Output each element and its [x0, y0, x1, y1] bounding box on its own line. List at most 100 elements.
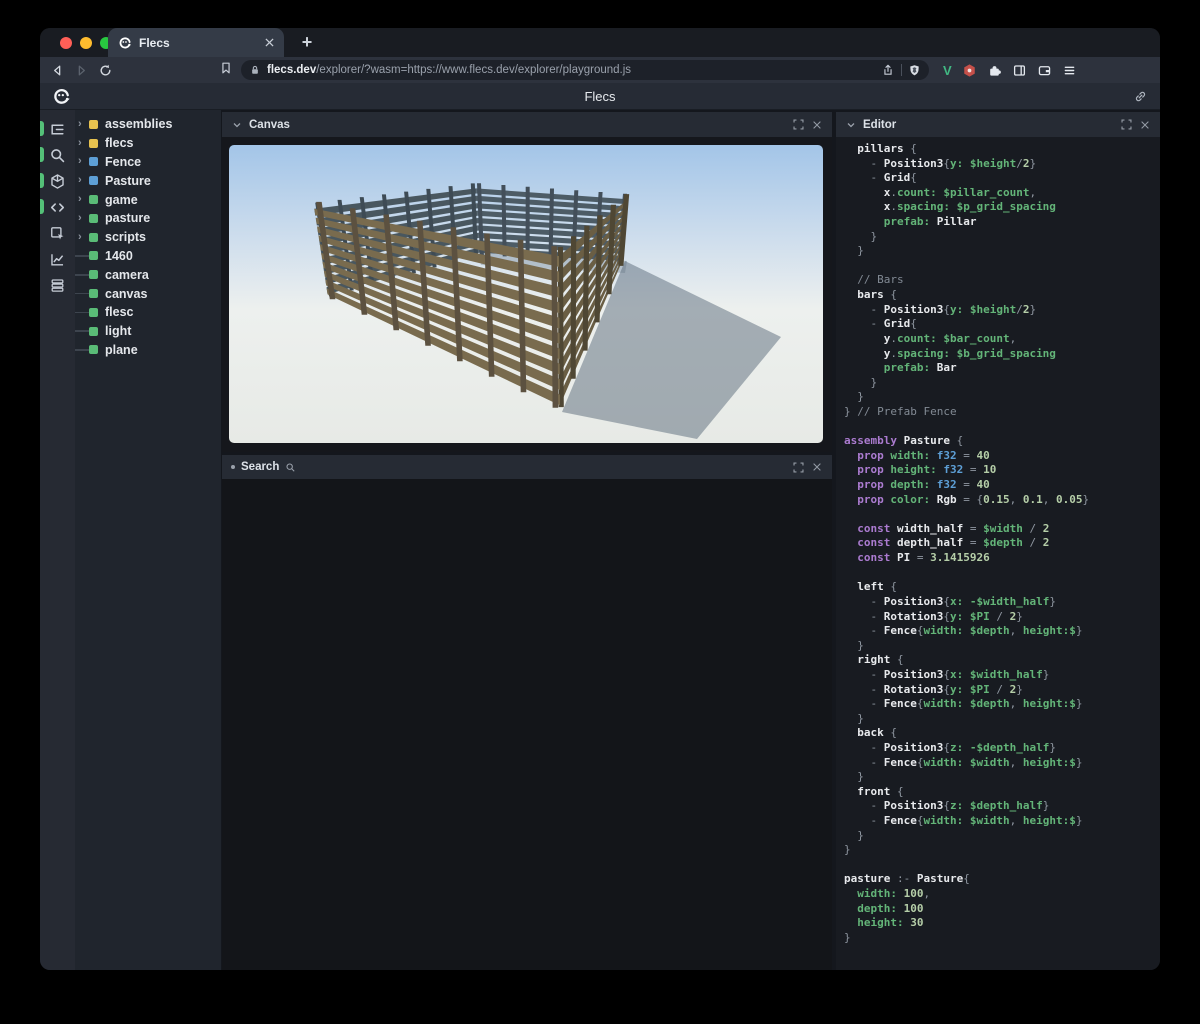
sidebar-button-stats-chart-icon[interactable] — [40, 246, 75, 272]
browser-tab[interactable]: Flecs — [108, 28, 284, 57]
menu-icon[interactable] — [1062, 63, 1077, 78]
code-line: - Grid{ — [844, 171, 1160, 186]
extension-badge-icon[interactable] — [962, 63, 977, 78]
code-line: - Rotation3{y: $PI / 2} — [844, 610, 1160, 625]
sidebar-button-scene-cube-icon[interactable] — [40, 168, 75, 194]
editor-panel-header: Editor — [836, 112, 1160, 137]
tree-item-assemblies[interactable]: › assemblies — [75, 115, 221, 134]
tree-connector — [75, 274, 89, 276]
minimize-window-button[interactable] — [80, 37, 92, 49]
tree-item-label: light — [105, 324, 131, 338]
tree-item-label: 1460 — [105, 249, 133, 263]
tree-item-light[interactable]: light — [75, 322, 221, 341]
sidebar-button-inspector-icon[interactable] — [40, 220, 75, 246]
search-panel-header: Search — [222, 455, 832, 479]
flecs-logo[interactable] — [52, 87, 71, 106]
tree-item-1460[interactable]: 1460 — [75, 247, 221, 266]
collapsed-indicator[interactable] — [231, 465, 235, 469]
tab-strip: Flecs + — [40, 28, 1160, 57]
tree-item-label: Pasture — [105, 174, 151, 188]
code-line: prop height: f32 = 10 — [844, 463, 1160, 478]
tree-item-label: canvas — [105, 287, 147, 301]
tree-item-label: assemblies — [105, 117, 172, 131]
entity-kind-swatch — [89, 327, 98, 336]
code-line: const width_half = $width / 2 — [844, 522, 1160, 537]
search-panel-title: Search — [241, 461, 279, 473]
code-line: x.spacing: $p_grid_spacing — [844, 200, 1160, 215]
url-text[interactable]: flecs.dev/explorer/?wasm=https://www.fle… — [267, 64, 875, 76]
tab-close-icon[interactable] — [265, 38, 274, 47]
tree-item-scripts[interactable]: ›scripts — [75, 228, 221, 247]
code-line: depth: 100 — [844, 902, 1160, 917]
brave-shield-icon[interactable] — [908, 64, 921, 77]
close-icon[interactable] — [811, 119, 823, 131]
tree-connector — [75, 312, 89, 314]
chevron-down-icon[interactable] — [231, 119, 243, 131]
tree-item-flecs[interactable]: › flecs — [75, 134, 221, 153]
fullscreen-icon[interactable] — [1120, 118, 1133, 131]
address-bar[interactable]: flecs.dev/explorer/?wasm=https://www.fle… — [241, 60, 929, 80]
expand-chevron-icon[interactable]: › — [75, 194, 82, 205]
search-results-area[interactable] — [222, 479, 832, 970]
extensions-puzzle-icon[interactable] — [987, 63, 1002, 78]
sidebar-button-query-search-icon[interactable] — [40, 142, 75, 168]
fullscreen-icon[interactable] — [792, 461, 805, 474]
code-line: } — [844, 931, 1160, 946]
tree-item-label: Fence — [105, 155, 141, 169]
code-line — [844, 507, 1160, 522]
wallet-icon[interactable] — [1037, 63, 1052, 78]
code-line: } — [844, 843, 1160, 858]
entity-kind-swatch — [89, 289, 98, 298]
tree-item-plane[interactable]: plane — [75, 341, 221, 360]
canvas-panel-header: Canvas — [222, 112, 832, 137]
forward-button[interactable] — [74, 63, 89, 78]
tree-item-label: flesc — [105, 305, 134, 319]
sidebar-toggle-icon[interactable] — [1012, 63, 1027, 78]
expand-chevron-icon[interactable]: › — [75, 175, 82, 186]
entity-kind-swatch — [89, 308, 98, 317]
sidebar-button-entity-tree-icon[interactable] — [40, 116, 75, 142]
tree-item-camera[interactable]: camera — [75, 265, 221, 284]
scene-cube-icon — [49, 173, 66, 190]
tree-item-canvas[interactable]: canvas — [75, 284, 221, 303]
expand-chevron-icon[interactable]: › — [75, 213, 82, 224]
link-icon[interactable] — [1133, 89, 1148, 104]
tree-item-label: flecs — [105, 136, 134, 150]
expand-chevron-icon[interactable]: › — [75, 156, 82, 167]
close-window-button[interactable] — [60, 37, 72, 49]
editor-panel-title: Editor — [863, 119, 896, 131]
active-indicator — [40, 121, 44, 136]
bookmark-icon[interactable] — [219, 61, 233, 75]
code-line: - Position3{z: $depth_half} — [844, 799, 1160, 814]
code-line: const depth_half = $depth / 2 — [844, 536, 1160, 551]
chevron-down-icon[interactable] — [845, 119, 857, 131]
code-line — [844, 566, 1160, 581]
expand-chevron-icon[interactable]: › — [75, 138, 82, 149]
fullscreen-icon[interactable] — [792, 118, 805, 131]
code-editor[interactable]: pillars { - Position3{y: $height/2} - Gr… — [836, 137, 1160, 946]
browser-toolbar: flecs.dev/explorer/?wasm=https://www.fle… — [40, 57, 1160, 83]
new-tab-button[interactable]: + — [292, 28, 322, 57]
close-icon[interactable] — [811, 461, 823, 473]
canvas-3d-scene[interactable] — [229, 145, 823, 443]
tree-item-flesc[interactable]: flesc — [75, 303, 221, 322]
back-button[interactable] — [50, 63, 65, 78]
tree-item-label: plane — [105, 343, 138, 357]
traffic-lights[interactable] — [60, 37, 112, 49]
query-search-icon — [49, 147, 66, 164]
active-indicator — [40, 199, 44, 214]
share-icon[interactable] — [881, 63, 895, 77]
tree-connector — [75, 330, 89, 332]
sidebar-button-script-code-icon[interactable] — [40, 194, 75, 220]
expand-chevron-icon[interactable]: › — [75, 119, 82, 130]
sidebar-button-tables-icon[interactable] — [40, 272, 75, 298]
close-icon[interactable] — [1139, 119, 1151, 131]
browser-window: Flecs + — [40, 28, 1160, 970]
reload-button[interactable] — [98, 63, 113, 78]
tree-item-pasture[interactable]: ›pasture — [75, 209, 221, 228]
vue-devtools-icon[interactable]: V — [943, 63, 952, 78]
tree-item-Pasture[interactable]: › Pasture — [75, 171, 221, 190]
expand-chevron-icon[interactable]: › — [75, 232, 82, 243]
tree-item-game[interactable]: ›game — [75, 190, 221, 209]
tree-item-Fence[interactable]: › Fence — [75, 153, 221, 172]
